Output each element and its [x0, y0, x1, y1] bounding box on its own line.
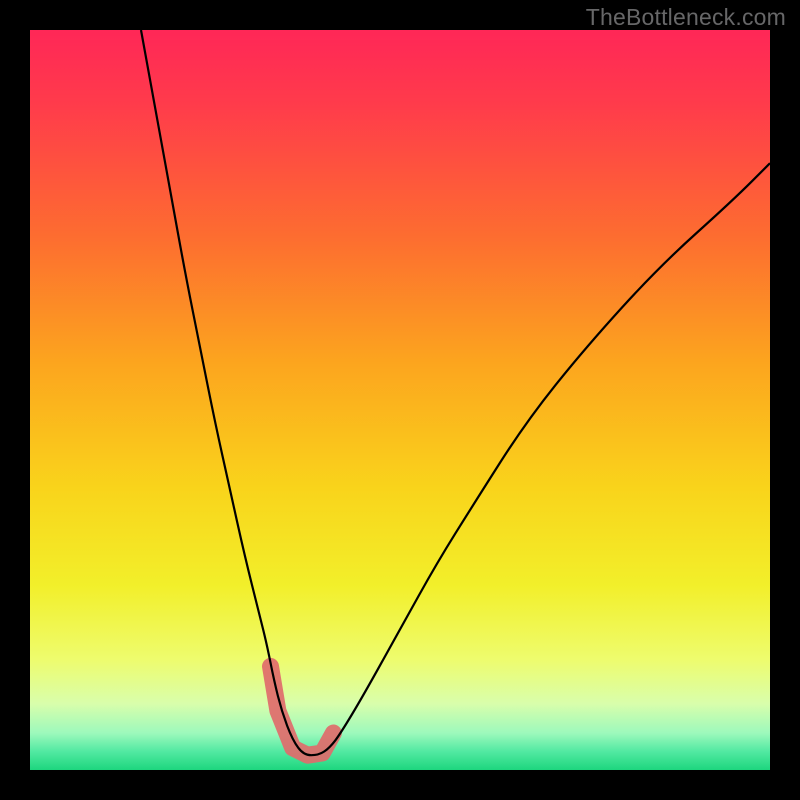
curve-layer [30, 30, 770, 770]
plot-area [30, 30, 770, 770]
chart-frame: TheBottleneck.com [0, 0, 800, 800]
bottleneck-curve [141, 30, 770, 755]
watermark-text: TheBottleneck.com [586, 4, 786, 31]
optimal-zone-highlight [271, 666, 334, 755]
